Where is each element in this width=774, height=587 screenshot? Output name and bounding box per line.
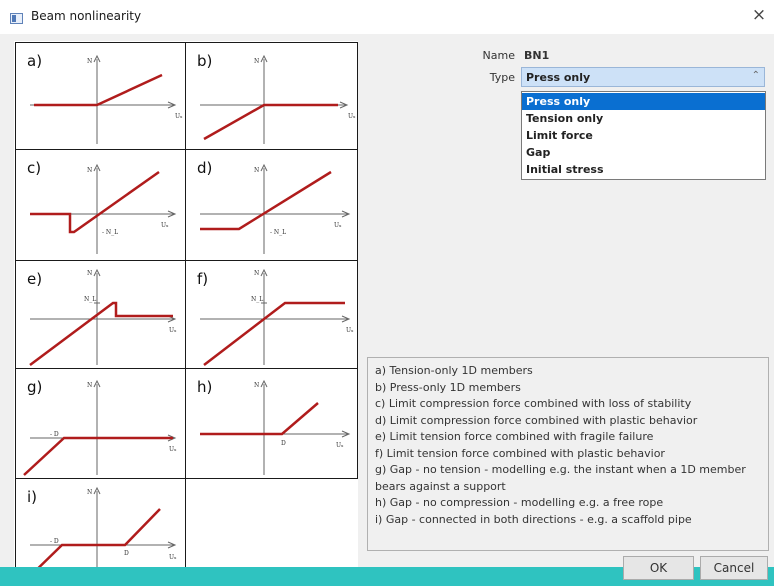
diagram-c: N Uₓ - N_L c) xyxy=(15,149,186,261)
option-initial-stress[interactable]: Initial stress xyxy=(522,161,765,178)
diagram-d-curve xyxy=(200,170,332,231)
diagram-b-label: b) xyxy=(197,52,213,70)
name-value[interactable]: BN1 xyxy=(524,49,549,62)
diagram-f-label: f) xyxy=(197,270,209,288)
diagram-c-curve xyxy=(30,170,160,234)
option-tension-only[interactable]: Tension only xyxy=(522,110,765,127)
diagram-a-curve xyxy=(34,73,163,107)
diagram-b-x-label: Uₓ xyxy=(348,113,356,120)
dialog-body: N Uₓ a) N Uₓ b) N Uₓ - N_L c) N Uₓ - N_L… xyxy=(0,34,774,586)
diagram-h-marker: D xyxy=(281,440,286,447)
diagram-i-label: i) xyxy=(27,488,38,506)
diagram-f-x-label: Uₓ xyxy=(346,327,354,334)
diagram-e-x-label: Uₓ xyxy=(169,327,177,334)
description-line: i) Gap - connected in both directions - … xyxy=(375,512,692,526)
diagram-h-y-label: N xyxy=(254,382,259,389)
diagram-d-marker: - N_L xyxy=(270,229,286,236)
diagram-g-x-label: Uₓ xyxy=(169,446,177,453)
name-label: Name xyxy=(482,49,515,62)
description-line: g) Gap - no tension - modelling e.g. the… xyxy=(375,463,746,493)
option-limit-force[interactable]: Limit force xyxy=(522,127,765,144)
description-box: a) Tension-only 1D members b) Press-only… xyxy=(367,357,769,551)
type-select-value: Press only xyxy=(526,71,591,84)
diagram-f-y-label: N xyxy=(254,270,259,277)
diagram-b-curve xyxy=(203,103,338,141)
diagram-b: N Uₓ b) xyxy=(185,42,358,150)
option-press-only[interactable]: Press only xyxy=(522,93,765,110)
ok-button[interactable]: OK xyxy=(623,556,694,580)
diagram-e-curve xyxy=(29,301,173,367)
diagram-a-x-label: Uₓ xyxy=(175,113,183,120)
close-icon[interactable]: × xyxy=(748,4,770,26)
diagram-b-y-label: N xyxy=(254,58,259,65)
diagram-d-x-label: Uₓ xyxy=(334,222,342,229)
description-line: h) Gap - no compression - modelling e.g.… xyxy=(375,496,664,509)
diagram-f-marker: N_L xyxy=(251,296,263,303)
diagram-d-label: d) xyxy=(197,159,213,177)
title-bar: Beam nonlinearity × xyxy=(0,0,774,34)
diagram-c-y-label: N xyxy=(87,167,92,174)
diagram-i-x-label: Uₓ xyxy=(169,554,177,561)
diagram-c-label: c) xyxy=(27,159,42,177)
description-line: d) Limit compression force combined with… xyxy=(375,413,698,427)
window-title: Beam nonlinearity xyxy=(31,9,142,23)
description-line: a) Tension-only 1D members xyxy=(375,364,533,377)
description-line: b) Press-only 1D members xyxy=(375,380,521,394)
cancel-button[interactable]: Cancel xyxy=(700,556,768,580)
type-dropdown-list: Press only Tension only Limit force Gap … xyxy=(521,91,766,180)
diagram-d: N Uₓ - N_L d) xyxy=(185,149,358,261)
diagram-g: N Uₓ - D g) xyxy=(15,368,186,479)
type-label: Type xyxy=(489,71,515,84)
diagram-g-y-label: N xyxy=(87,382,92,389)
diagram-e-label: e) xyxy=(27,270,43,288)
diagram-h: N Uₓ D h) xyxy=(185,368,358,479)
properties-panel: Name BN1 Type Press only ⌃ Press only Te… xyxy=(367,41,769,385)
diagram-i-y-label: N xyxy=(87,489,92,496)
description-line: e) Limit tension force combined with fra… xyxy=(375,430,654,443)
diagram-a-y-label: N xyxy=(87,58,92,65)
diagram-f-curve xyxy=(203,301,345,366)
app-icon xyxy=(10,13,23,24)
diagram-i-marker: - D xyxy=(50,538,59,545)
diagram-h-x-label: Uₓ xyxy=(336,442,344,449)
diagram-h-curve xyxy=(200,402,319,436)
diagram-e: N Uₓ N_L e) xyxy=(15,260,186,369)
diagram-g-marker: - D xyxy=(50,431,59,438)
diagram-c-marker: - N_L xyxy=(102,229,118,236)
type-select[interactable]: Press only ⌃ xyxy=(521,67,765,87)
diagram-f: N Uₓ N_L f) xyxy=(185,260,358,369)
diagram-d-y-label: N xyxy=(254,167,259,174)
diagram-e-y-label: N xyxy=(87,270,92,277)
diagram-g-curve xyxy=(23,436,173,476)
diagram-i-marker2: D xyxy=(124,550,129,557)
diagram-a: N Uₓ a) xyxy=(15,42,186,150)
diagram-c-x-label: Uₓ xyxy=(161,222,169,229)
description-line: c) Limit compression force combined with… xyxy=(375,397,692,410)
diagram-h-label: h) xyxy=(197,378,213,396)
chevron-up-icon[interactable]: ⌃ xyxy=(752,70,760,81)
diagram-panel: N Uₓ a) N Uₓ b) N Uₓ - N_L c) N Uₓ - N_L… xyxy=(14,41,358,586)
option-gap[interactable]: Gap xyxy=(522,144,765,161)
diagram-a-label: a) xyxy=(27,52,43,70)
diagram-e-marker: N_L xyxy=(84,296,96,303)
diagram-g-label: g) xyxy=(27,378,43,396)
description-line: f) Limit tension force combined with pla… xyxy=(375,446,665,460)
